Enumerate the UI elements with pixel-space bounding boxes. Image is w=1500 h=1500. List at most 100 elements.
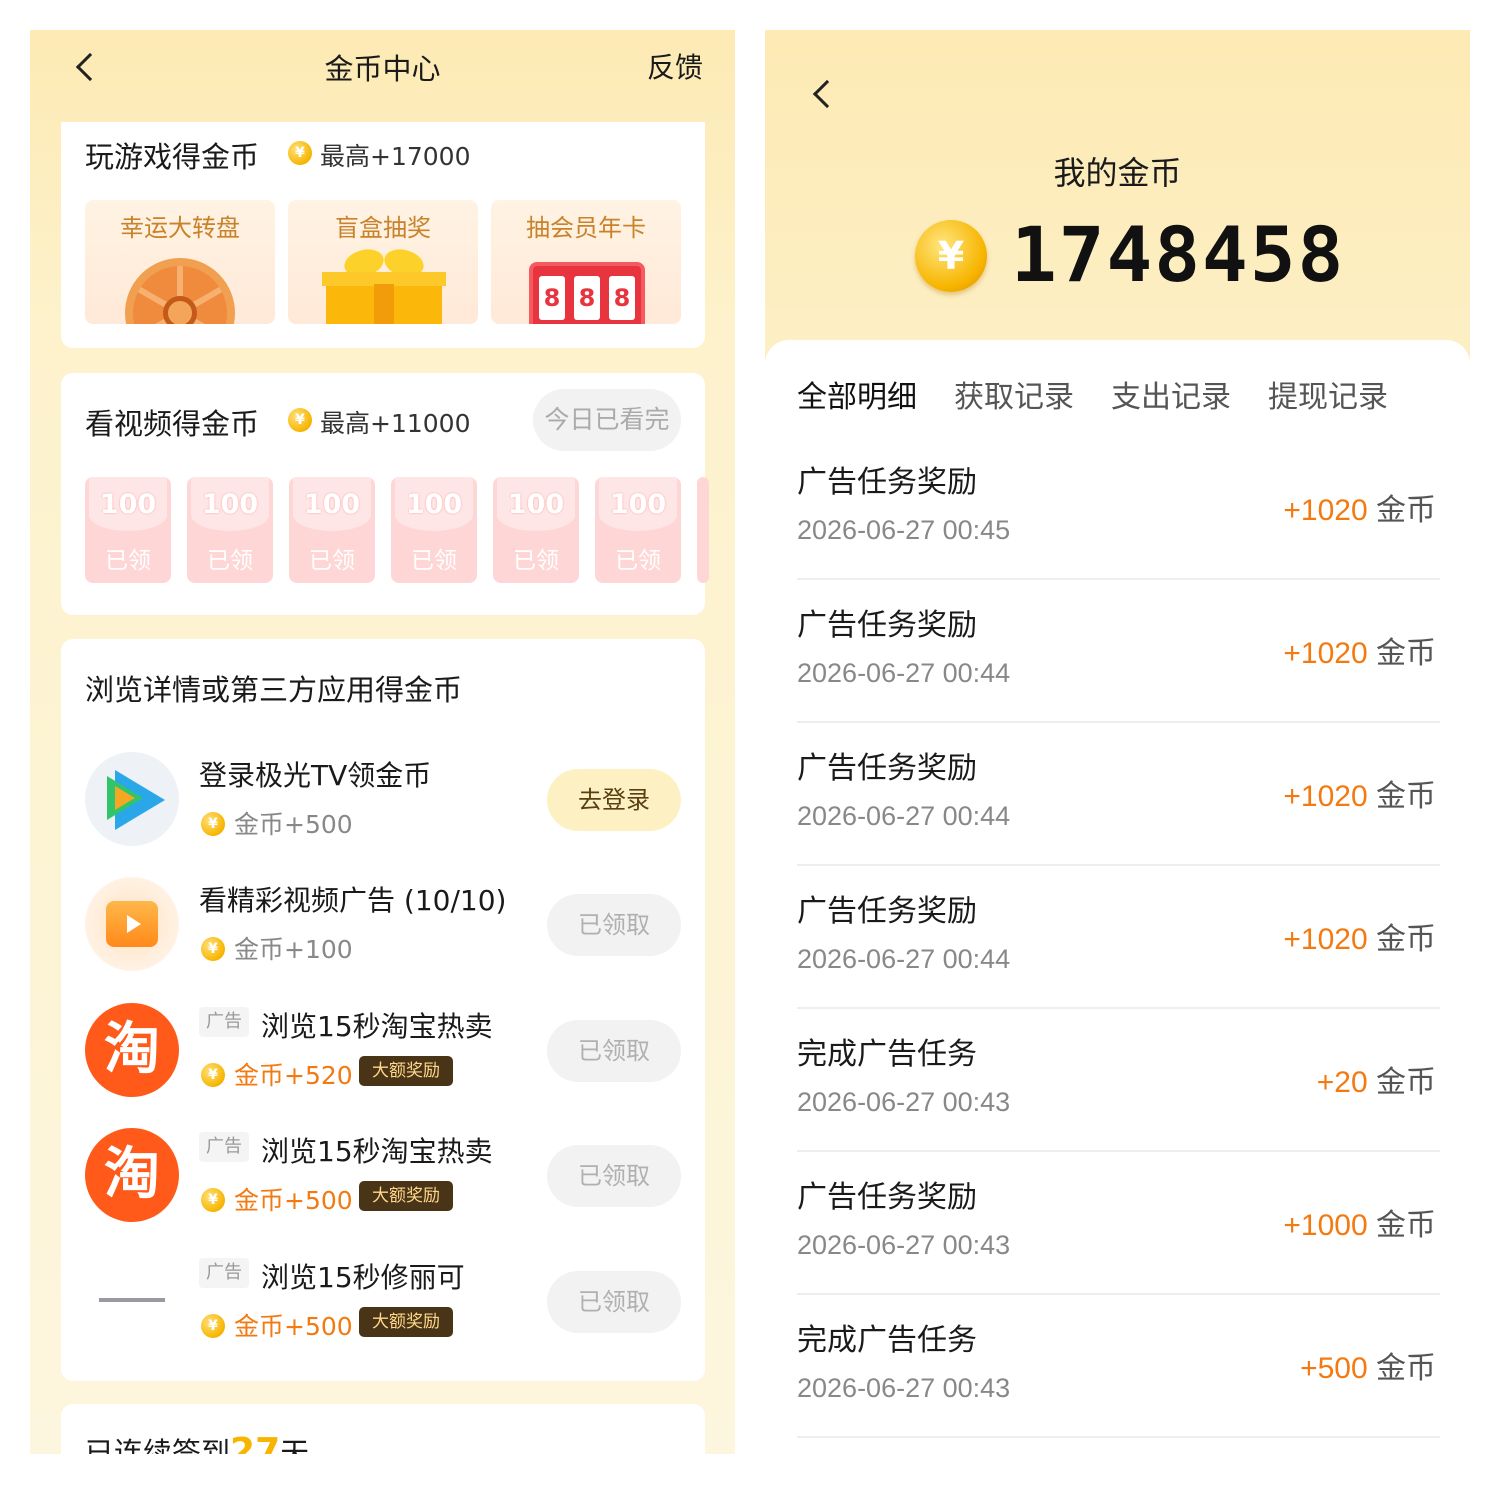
ad-tag: 广告 (199, 1132, 249, 1162)
taobao-icon: 淘 (85, 1128, 179, 1222)
record-amount: +1020 金币 (1283, 637, 1436, 670)
task-title: 看精彩视频广告 (10/10) (199, 884, 507, 917)
big-reward-badge: 大额奖励 (359, 1056, 453, 1086)
record-time: 2026-06-27 00:45 (797, 515, 1011, 545)
jiguang-tv-icon (85, 752, 179, 846)
task-title: 浏览15秒修丽可 (261, 1261, 465, 1294)
record-amount: +1000 金币 (1283, 1209, 1436, 1242)
claimed-button[interactable]: 已领取 (547, 1145, 681, 1207)
task-reward: 金币+500 (234, 810, 353, 839)
record-row[interactable]: 完成广告任务 2026-06-27 00:43 +500 金币 (797, 1295, 1440, 1438)
record-row[interactable]: 广告任务奖励 2026-06-27 00:44 +1020 金币 (797, 723, 1440, 866)
back-icon[interactable] (812, 79, 842, 109)
big-reward-badge: 大额奖励 (359, 1307, 453, 1337)
record-row[interactable]: 广告任务奖励 2026-06-27 00:44 +1020 金币 (797, 580, 1440, 723)
record-amount: +1020 金币 (1283, 923, 1436, 956)
record-row[interactable]: 广告任务奖励 2026-06-27 00:43 +1000 金币 (797, 1152, 1440, 1295)
record-amount: +1020 金币 (1283, 780, 1436, 813)
games-section-title: 玩游戏得金币 (85, 140, 260, 174)
task-row-taobao: 淘 广告 浏览15秒淘宝热卖 ¥ 金币+500 大额奖励 已领取 (61, 1120, 705, 1240)
task-title: 浏览15秒淘宝热卖 (261, 1135, 493, 1168)
record-time: 2026-06-27 00:43 (797, 1230, 1011, 1260)
slot-machine-icon: 8 8 8 (529, 262, 645, 324)
task-row-jiguang-tv: 登录极光TV领金币 ¥ 金币+500 去登录 (61, 744, 705, 864)
record-amount: +500 金币 (1300, 1352, 1436, 1385)
coin-icon: ¥ (201, 937, 225, 961)
tab-withdraw[interactable]: 提现记录 (1268, 372, 1388, 416)
record-row[interactable]: 广告任务奖励 2026-06-27 00:45 +1020 金币 (797, 437, 1440, 580)
record-row[interactable]: 广告任务奖励 2026-06-27 00:44 +1020 金币 (797, 866, 1440, 1009)
task-title: 浏览15秒淘宝热卖 (261, 1010, 493, 1043)
taobao-icon: 淘 (85, 1003, 179, 1097)
record-row[interactable]: 完成广告任务 2026-06-27 00:43 +20 金币 (797, 1009, 1440, 1152)
video-max-reward: 最高+11000 (320, 409, 471, 438)
coin-icon: ¥ (201, 1314, 225, 1338)
claimed-button[interactable]: 已领取 (547, 894, 681, 956)
task-reward: 金币+100 (234, 935, 353, 964)
game-tile-label: 抽会员年卡 (526, 214, 646, 242)
task-reward: 金币+520 (234, 1061, 353, 1090)
coin-center-screen: 金币中心 反馈 玩游戏得金币 ¥ 最高+17000 幸运大转盘 盲盒抽奖 抽会员… (30, 30, 735, 1454)
record-title: 广告任务奖励 (797, 894, 977, 929)
coin-icon: ¥ (201, 812, 225, 836)
game-tile-label: 盲盒抽奖 (335, 214, 431, 242)
game-tile-vip-card[interactable]: 抽会员年卡 8 8 8 (491, 200, 681, 324)
task-row-skinceuticals: 广告 浏览15秒修丽可 ¥ 金币+500 大额奖励 已领取 (61, 1246, 705, 1366)
record-title: 广告任务奖励 (797, 608, 977, 643)
sign-in-card: 已连续签到27天 (61, 1404, 705, 1454)
coin-icon: ¥ (915, 220, 987, 292)
task-reward: 金币+500 (234, 1312, 353, 1341)
red-packet[interactable]: 100 已领 (289, 477, 375, 583)
record-time: 2026-06-27 00:44 (797, 801, 1011, 831)
record-title: 完成广告任务 (797, 1037, 977, 1072)
top-bar: 金币中心 反馈 (30, 30, 735, 122)
game-tile-blind-box[interactable]: 盲盒抽奖 (288, 200, 478, 324)
record-title: 完成广告任务 (797, 1323, 977, 1358)
record-title: 广告任务奖励 (797, 751, 977, 786)
feedback-button[interactable]: 反馈 (647, 46, 703, 86)
ad-tag: 广告 (199, 1007, 249, 1037)
claimed-button[interactable]: 已领取 (547, 1020, 681, 1082)
page-title: 我的金币 (1053, 154, 1182, 192)
video-ad-icon (85, 877, 179, 971)
browse-card: 浏览详情或第三方应用得金币 登录极光TV领金币 ¥ 金币+500 去登录 看精彩… (61, 639, 705, 1381)
wheel-icon (125, 258, 235, 324)
red-packet-partial (697, 477, 709, 583)
record-time: 2026-06-27 00:43 (797, 1373, 1011, 1403)
task-title: 登录极光TV领金币 (199, 759, 432, 792)
task-row-video-ad: 看精彩视频广告 (10/10) ¥ 金币+100 已领取 (61, 869, 705, 989)
tab-income[interactable]: 获取记录 (954, 372, 1074, 416)
red-packet[interactable]: 100 已领 (85, 477, 171, 583)
video-card: 看视频得金币 ¥ 最高+11000 今日已看完 100 已领 100 已领 10… (61, 373, 709, 615)
record-amount: +1020 金币 (1283, 494, 1436, 527)
gift-icon (322, 245, 446, 324)
sign-in-streak: 已连续签到27天 (85, 1430, 309, 1454)
red-packet[interactable]: 100 已领 (493, 477, 579, 583)
browse-section-title: 浏览详情或第三方应用得金币 (85, 673, 463, 707)
today-watched-button[interactable]: 今日已看完 (533, 389, 681, 451)
coin-balance: 1748458 (1011, 210, 1346, 299)
red-packet[interactable]: 100 已领 (391, 477, 477, 583)
red-packet[interactable]: 100 已领 (187, 477, 273, 583)
record-title: 广告任务奖励 (797, 465, 977, 500)
tab-expense[interactable]: 支出记录 (1111, 372, 1231, 416)
my-coins-screen: 我的金币 ¥ 1748458 全部明细 获取记录 支出记录 提现记录 广告任务奖… (765, 30, 1470, 1454)
record-time: 2026-06-27 00:44 (797, 944, 1011, 974)
task-row-taobao: 淘 广告 浏览15秒淘宝热卖 ¥ 金币+520 大额奖励 已领取 (61, 995, 705, 1115)
ad-tag: 广告 (199, 1258, 249, 1288)
coin-icon: ¥ (201, 1188, 225, 1212)
records-sheet: 全部明细 获取记录 支出记录 提现记录 广告任务奖励 2026-06-27 00… (765, 340, 1470, 1454)
claimed-button[interactable]: 已领取 (547, 1271, 681, 1333)
red-packet[interactable]: 100 已领 (595, 477, 681, 583)
coin-icon: ¥ (288, 141, 312, 165)
games-card: 玩游戏得金币 ¥ 最高+17000 幸运大转盘 盲盒抽奖 抽会员年卡 8 8 8 (61, 122, 705, 348)
record-time: 2026-06-27 00:43 (797, 1087, 1011, 1117)
task-reward: 金币+500 (234, 1186, 353, 1215)
go-login-button[interactable]: 去登录 (547, 769, 681, 831)
game-tile-label: 幸运大转盘 (120, 214, 240, 242)
game-tile-lucky-wheel[interactable]: 幸运大转盘 (85, 200, 275, 324)
tab-all[interactable]: 全部明细 (797, 372, 917, 416)
sign-in-days: 27 (230, 1431, 281, 1454)
coin-icon: ¥ (201, 1063, 225, 1087)
video-section-title: 看视频得金币 (85, 407, 260, 441)
